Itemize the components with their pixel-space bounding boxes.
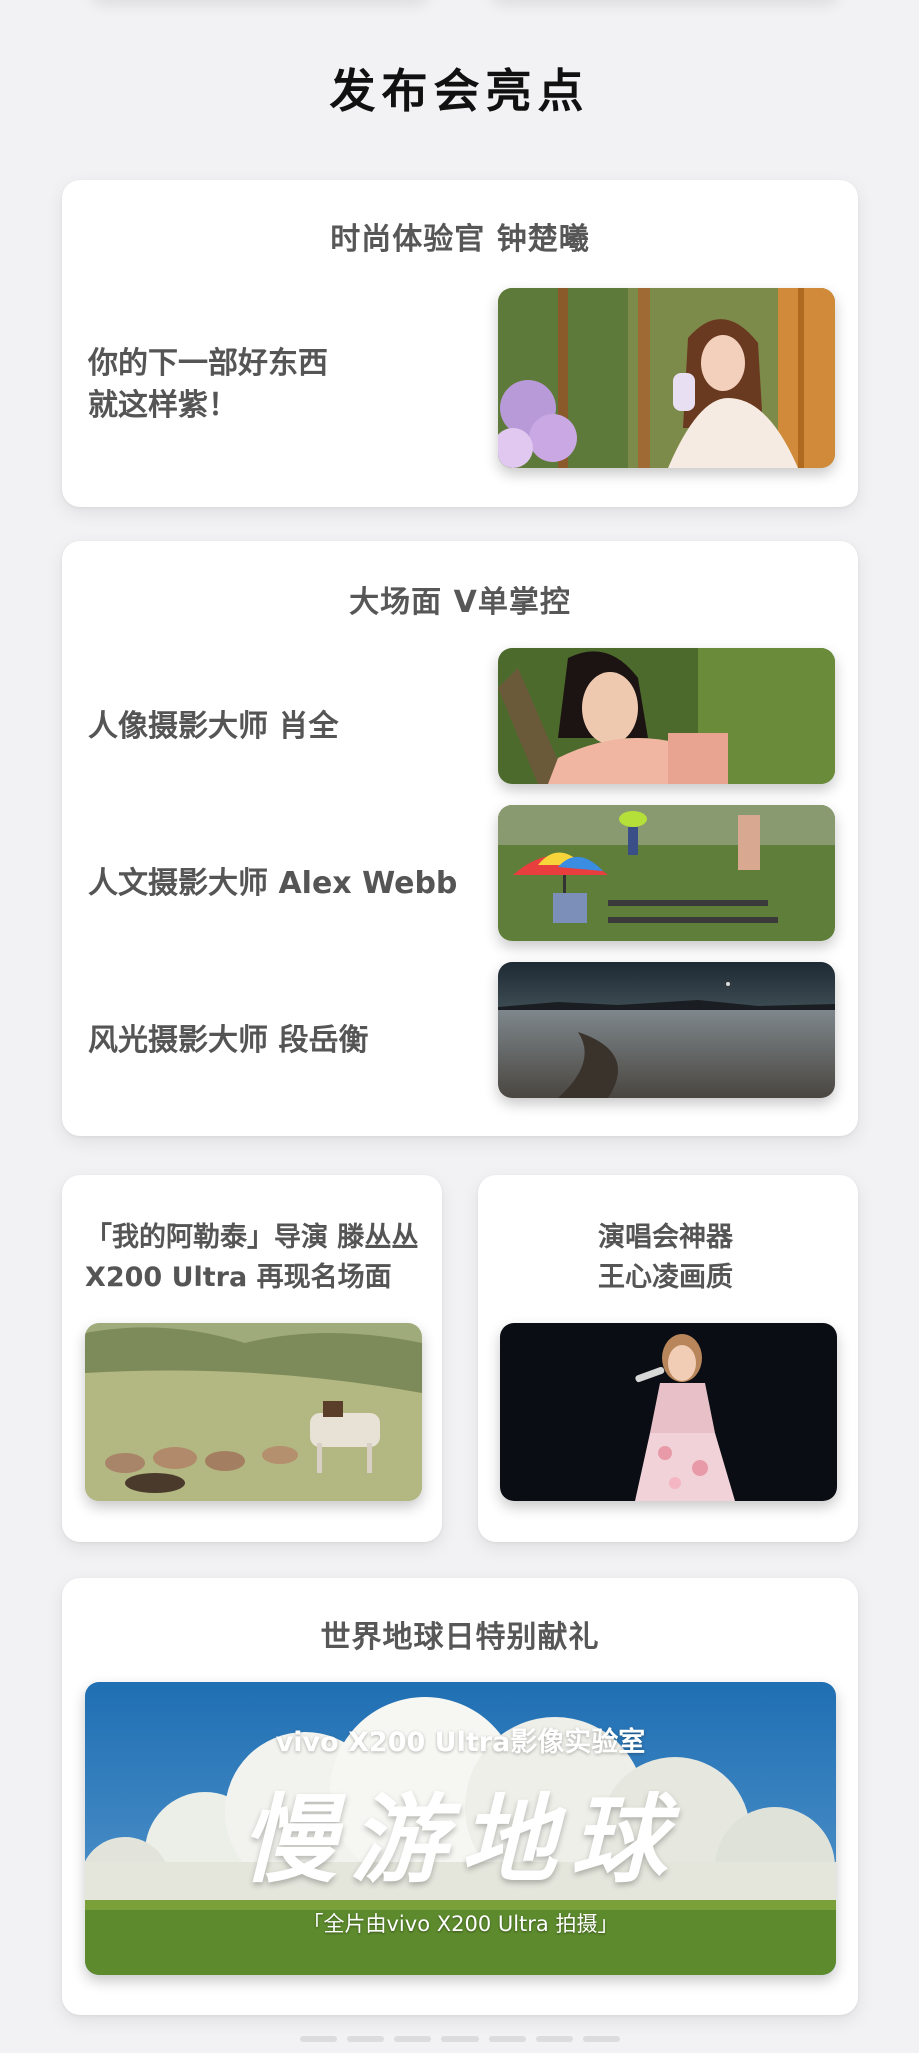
card-concert-line1: 演唱会神器	[598, 1222, 733, 1253]
card-masters[interactable]: 大场面 V单掌控 人像摄影大师 肖全 人文摄影大师 Alex Webb 风光摄影…	[62, 541, 858, 1136]
page-title: 发布会亮点	[329, 64, 590, 118]
earth-banner-bottom-text: 「全片由vivo X200 Ultra 拍摄」	[302, 1912, 619, 1936]
director-photo[interactable]	[85, 1323, 422, 1501]
indicator-dash	[300, 2036, 338, 2042]
indicator-dash	[394, 2036, 432, 2042]
indicator-dash	[535, 2036, 573, 2042]
card-earth-title: 世界地球日特别献礼	[320, 1620, 600, 1655]
card-director[interactable]: 「我的阿勒泰」导演 滕丛丛 X200 Ultra 再现名场面	[62, 1175, 442, 1542]
indicator-dash	[441, 2036, 479, 2042]
card-fashion-title: 时尚体验官 钟楚曦	[330, 222, 590, 257]
earth-banner[interactable]: vivo X200 Ultra影像实验室 慢游地球 「全片由vivo X200 …	[85, 1682, 836, 1975]
card-fashion[interactable]: 时尚体验官 钟楚曦 你的下一部好东西 就这样紫！	[62, 180, 858, 507]
earth-banner-main-text: 慢游地球	[240, 1784, 681, 1896]
humanities-photo[interactable]	[498, 805, 835, 941]
master-row-label-landscape: 风光摄影大师 段岳衡	[88, 1023, 369, 1058]
indicator-dash	[347, 2036, 385, 2042]
card-fashion-line2: 就这样紫！	[88, 388, 238, 423]
earth-banner-top-text: vivo X200 Ultra影像实验室	[275, 1727, 646, 1758]
card-earth[interactable]: 世界地球日特别献礼 vivo X200 Ultra影像实验室 慢游地球 「全片由…	[62, 1578, 858, 2015]
landscape-photo[interactable]	[498, 962, 835, 1098]
indicator-dash	[582, 2036, 620, 2042]
card-concert[interactable]: 演唱会神器 王心凌画质	[478, 1175, 858, 1542]
fashion-photo[interactable]	[498, 288, 835, 468]
master-row-label-humanities: 人文摄影大师 Alex Webb	[88, 866, 458, 901]
indicator-dash	[488, 2036, 526, 2042]
card-masters-title: 大场面 V单掌控	[349, 585, 571, 620]
card-fashion-line1: 你的下一部好东西	[88, 346, 328, 381]
card-director-line2: X200 Ultra 再现名场面	[85, 1262, 392, 1293]
master-row-label-portrait: 人像摄影大师 肖全	[88, 709, 339, 744]
card-concert-line2: 王心凌画质	[598, 1262, 733, 1293]
page-indicator	[300, 2036, 620, 2046]
concert-photo[interactable]	[500, 1323, 837, 1501]
card-director-line1: 「我的阿勒泰」导演 滕丛丛	[85, 1222, 419, 1253]
portrait-photo[interactable]	[498, 648, 835, 784]
